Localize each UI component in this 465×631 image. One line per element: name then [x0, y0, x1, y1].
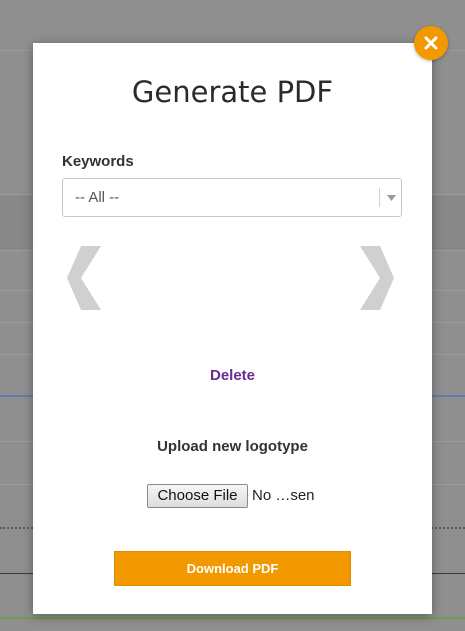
close-button[interactable]: [414, 26, 448, 60]
choose-file-button[interactable]: Choose File: [147, 484, 248, 508]
upload-logotype-label: Upload new logotype: [157, 438, 308, 455]
delete-link[interactable]: Delete: [33, 367, 432, 384]
chevron-left-icon[interactable]: [67, 246, 103, 310]
keywords-select[interactable]: -- All --: [62, 178, 402, 217]
download-pdf-button[interactable]: Download PDF: [114, 551, 351, 586]
file-status-text: No …sen: [252, 487, 315, 504]
modal-title: Generate PDF: [131, 75, 334, 109]
close-icon: [424, 36, 438, 50]
keywords-select-value: -- All --: [75, 189, 120, 206]
keywords-label: Keywords: [62, 153, 134, 170]
select-separator: [379, 188, 380, 207]
background-chart-line: [0, 617, 465, 619]
caret-down-icon: [387, 195, 396, 201]
generate-pdf-modal: Generate PDF Keywords -- All -- Delete U…: [33, 43, 432, 614]
chevron-right-icon[interactable]: [358, 246, 394, 310]
